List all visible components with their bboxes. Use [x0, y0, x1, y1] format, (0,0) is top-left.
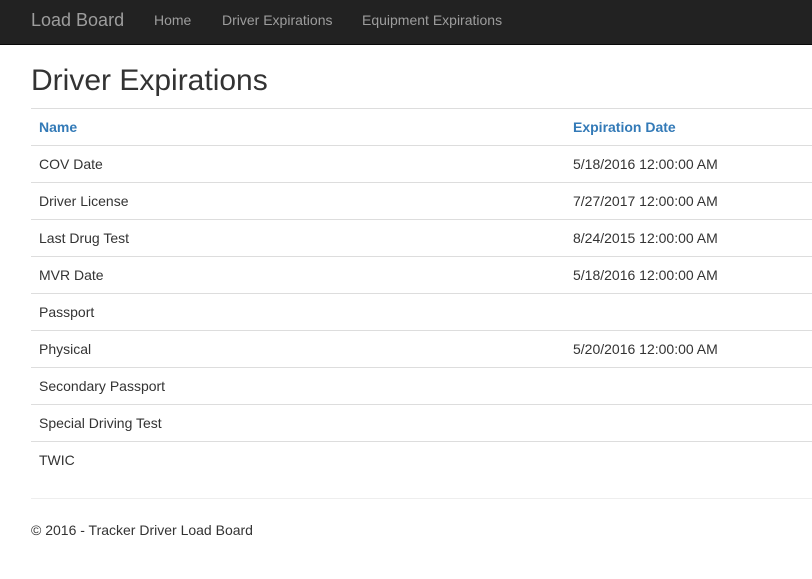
top-navbar: Load Board Home Driver Expirations Equip… — [0, 0, 812, 45]
row-expiration-date-cell: 5/18/2016 12:00:00 AM — [565, 256, 812, 294]
row-expiration-date-cell — [565, 404, 812, 442]
row-name-cell: Special Driving Test — [31, 404, 565, 442]
table-row: Special Driving Test — [31, 404, 812, 442]
table-row: COV Date 5/18/2016 12:00:00 AM — [31, 145, 812, 183]
page-title: Driver Expirations — [31, 64, 268, 97]
column-header-expiration-date[interactable]: Expiration Date — [565, 108, 812, 146]
table-row: MVR Date 5/18/2016 12:00:00 AM — [31, 256, 812, 294]
table-row: Driver License 7/27/2017 12:00:00 AM — [31, 182, 812, 220]
row-name-cell: Driver License — [31, 182, 565, 220]
table-row: Passport — [31, 293, 812, 331]
table-row: Physical 5/20/2016 12:00:00 AM — [31, 330, 812, 368]
row-name-cell: Passport — [31, 293, 565, 331]
sort-by-name-link[interactable]: Name — [39, 119, 77, 135]
row-expiration-date-cell: 5/18/2016 12:00:00 AM — [565, 145, 812, 183]
row-name-cell: MVR Date — [31, 256, 565, 294]
row-expiration-date-cell — [565, 293, 812, 331]
table-row: Secondary Passport — [31, 367, 812, 405]
expirations-table: Name Expiration Date COV Date 5/18/2016 … — [31, 108, 812, 479]
brand-link[interactable]: Load Board — [31, 0, 124, 45]
row-name-cell: Secondary Passport — [31, 367, 565, 405]
row-expiration-date-cell: 8/24/2015 12:00:00 AM — [565, 219, 812, 257]
row-name-cell: Physical — [31, 330, 565, 368]
row-expiration-date-cell — [565, 367, 812, 405]
nav-link-equipment-expirations[interactable]: Equipment Expirations — [362, 0, 502, 45]
row-expiration-date-cell — [565, 441, 812, 479]
nav-link-driver-expirations[interactable]: Driver Expirations — [222, 0, 332, 45]
footer-divider — [31, 498, 812, 499]
row-expiration-date-cell: 5/20/2016 12:00:00 AM — [565, 330, 812, 368]
table-row: Last Drug Test 8/24/2015 12:00:00 AM — [31, 219, 812, 257]
row-expiration-date-cell: 7/27/2017 12:00:00 AM — [565, 182, 812, 220]
table-row: TWIC — [31, 441, 812, 479]
row-name-cell: Last Drug Test — [31, 219, 565, 257]
sort-by-expiration-date-link[interactable]: Expiration Date — [573, 119, 676, 135]
column-header-name[interactable]: Name — [31, 108, 565, 146]
nav-link-home[interactable]: Home — [154, 0, 191, 45]
table-header-row: Name Expiration Date — [31, 108, 812, 146]
footer-copyright: © 2016 - Tracker Driver Load Board — [31, 522, 253, 538]
row-name-cell: TWIC — [31, 441, 565, 479]
row-name-cell: COV Date — [31, 145, 565, 183]
